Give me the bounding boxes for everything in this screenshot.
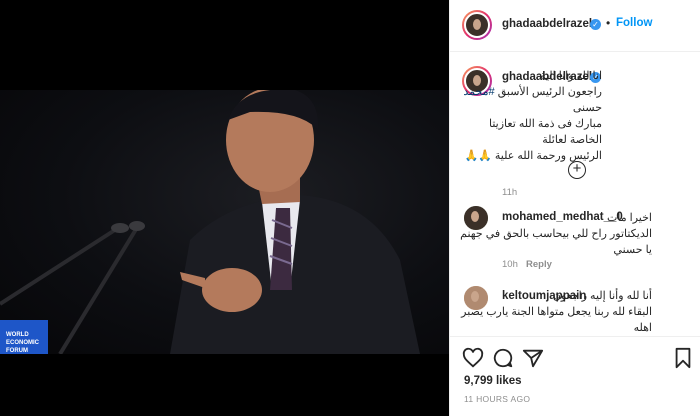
post-header: ghadaabdelrazek ✓ • Follow [450, 0, 700, 52]
comment-text: أنا لله وأنا إليه راجعون البقاء لله ربنا… [458, 288, 652, 336]
likes-count[interactable]: 9,799 likes [464, 375, 522, 387]
hashtag-link[interactable]: #محمد [463, 86, 494, 98]
caption-line: مبارك فى ذمة الله تعازيتا الخاصة لعائلة [489, 118, 602, 146]
post-timestamp[interactable]: 11 HOURS AGO [464, 394, 530, 404]
comment-line: اخيرا مات [607, 212, 652, 224]
separator-dot: • [606, 16, 611, 30]
caption-text: انا لله وانا الية راجعون الرئيس الأسبق #… [458, 68, 602, 164]
comment-line: يا حسني [613, 244, 652, 256]
comment-line: الديكتاتور راح للي بيحاسب بالحق في جهنم [460, 228, 652, 240]
svg-text:ECONOMIC: ECONOMIC [6, 340, 40, 346]
verified-badge-icon: ✓ [590, 19, 601, 30]
comment-line: اهله [633, 322, 652, 334]
svg-text:FORUM: FORUM [6, 348, 28, 354]
author-username[interactable]: ghadaabdelrazek [502, 18, 595, 30]
post-media: WORLD ECONOMIC FORUM [0, 0, 449, 416]
caption-fragment: راجعون الرئيس الأسبق [497, 86, 602, 98]
comment-line: البقاء لله ربنا يجعل متواها الجنة يارب ي… [461, 306, 652, 318]
follow-button[interactable]: Follow [616, 17, 652, 29]
post-photo[interactable]: WORLD ECONOMIC FORUM [0, 90, 449, 354]
speaker-photo-illustration: WORLD ECONOMIC FORUM [0, 90, 420, 354]
share-icon[interactable] [522, 347, 544, 369]
author-avatar[interactable] [462, 10, 492, 40]
bookmark-icon[interactable] [672, 347, 694, 369]
heart-icon[interactable] [462, 347, 484, 369]
svg-text:WORLD: WORLD [6, 332, 29, 338]
plus-circle-icon[interactable]: + [568, 161, 586, 179]
post-side-panel: ghadaabdelrazek ✓ • Follow ghadaabdelraz… [449, 0, 700, 416]
comment-timestamp[interactable]: 10h [502, 259, 518, 270]
comment-icon[interactable] [492, 347, 514, 369]
comment-line: أنا لله وأنا إليه راجعون [552, 290, 652, 302]
caption-fragment: حسنى [572, 102, 602, 114]
post-modal: WORLD ECONOMIC FORUM ghadaabdelrazek ✓ •… [0, 0, 700, 416]
comment-text: اخيرا مات الديكتاتور راح للي بيحاسب بالح… [458, 210, 652, 258]
caption-timestamp[interactable]: 11h [502, 187, 517, 198]
reply-button[interactable]: Reply [526, 259, 552, 270]
action-bar: 9,799 likes 11 HOURS AGO [450, 336, 700, 416]
caption-line: انا لله وانا الية [540, 70, 602, 82]
caption-line: راجعون الرئيس الأسبق #محمد حسنى [458, 84, 602, 116]
